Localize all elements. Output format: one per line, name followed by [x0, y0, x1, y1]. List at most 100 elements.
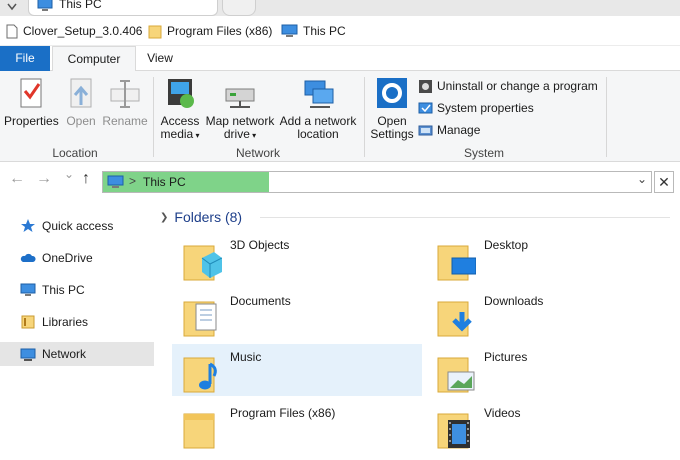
recent-locations-icon[interactable]: ⌄ — [64, 167, 74, 181]
3d-objects-folder-icon — [183, 245, 222, 281]
add-location-label-2: location — [297, 127, 339, 141]
address-bar[interactable]: > This PC ⌄ — [102, 171, 652, 193]
access-media-icon — [162, 75, 198, 111]
folder-label: 3D Objects — [230, 238, 290, 252]
tab-view[interactable]: View — [140, 46, 180, 71]
properties-button[interactable]: Properties — [4, 75, 59, 128]
this-pc-icon — [37, 0, 53, 11]
up-arrow-icon[interactable]: ↑ — [82, 170, 90, 188]
group-separator — [364, 77, 365, 157]
properties-label: Properties — [4, 114, 59, 128]
uninstall-icon — [419, 79, 432, 93]
nav-item-network[interactable]: Network — [0, 342, 154, 366]
manage-label: Manage — [437, 123, 481, 137]
tab-file[interactable]: File — [0, 46, 50, 71]
file-icon — [6, 24, 18, 38]
star-icon — [21, 219, 35, 232]
folder-tile-music[interactable]: Music — [172, 344, 422, 396]
system-properties-icon — [418, 102, 433, 113]
folder-tile-downloads[interactable]: Downloads — [426, 288, 676, 340]
quick-item-program-files[interactable]: Program Files (x86) — [148, 21, 272, 41]
folder-label: Program Files (x86) — [230, 406, 336, 420]
folder-label: Videos — [484, 406, 521, 420]
map-drive-icon — [222, 75, 258, 111]
dropdown-arrow-icon: ▾ — [249, 131, 257, 140]
desktop-folder-icon — [437, 245, 476, 281]
add-location-label-1: Add a network — [279, 114, 357, 128]
tab-computer[interactable]: Computer — [52, 46, 136, 72]
folder-tile-documents[interactable]: Documents — [172, 288, 422, 340]
quick-item-label: Program Files (x86) — [167, 24, 273, 38]
group-separator — [606, 77, 607, 157]
quick-item-clover-setup[interactable]: Clover_Setup_3.0.406 — [6, 21, 142, 41]
group-label-network: Network — [235, 146, 280, 160]
documents-folder-icon — [183, 301, 217, 337]
manage-icon — [418, 125, 433, 135]
folders-group-title: Folders (8) — [174, 209, 243, 225]
folder-tile-desktop[interactable]: Desktop — [426, 232, 676, 284]
add-network-location-button[interactable]: Add a network location — [278, 75, 358, 141]
this-pc-icon — [20, 283, 36, 296]
map-drive-label-1: Map network — [205, 114, 275, 128]
music-folder-icon — [183, 357, 217, 393]
downloads-folder-icon — [437, 301, 472, 337]
tab-overflow-chevron-icon[interactable] — [6, 2, 18, 12]
program-files-folder-icon — [183, 413, 215, 449]
group-separator — [153, 77, 154, 157]
nav-item-onedrive[interactable]: OneDrive — [0, 246, 154, 270]
rename-label: Rename — [102, 114, 148, 128]
nav-item-quick-access[interactable]: Quick access — [0, 214, 154, 238]
quick-item-label: This PC — [303, 24, 346, 38]
folder-tile-pictures[interactable]: Pictures — [426, 344, 676, 396]
folder-tile-program-files-x86[interactable]: Program Files (x86) — [172, 400, 422, 452]
manage-button[interactable]: Manage — [418, 121, 480, 139]
nav-item-libraries[interactable]: Libraries — [0, 310, 154, 334]
system-properties-label: System properties — [437, 101, 534, 115]
nav-item-this-pc[interactable]: This PC — [0, 278, 154, 302]
uninstall-label: Uninstall or change a program — [437, 79, 598, 93]
close-icon[interactable]: ✕ — [654, 171, 674, 193]
breadcrumb-this-pc[interactable]: This PC — [143, 175, 186, 189]
access-media-label-1: Access — [160, 114, 200, 128]
open-settings-button[interactable]: Open Settings — [369, 75, 415, 141]
new-tab-button[interactable] — [222, 0, 256, 16]
open-settings-label-1: Open — [377, 114, 407, 128]
group-chevron-icon: ❯ — [160, 211, 169, 223]
uninstall-program-button[interactable]: Uninstall or change a program — [418, 77, 598, 95]
forward-arrow-icon[interactable]: → — [36, 170, 52, 188]
folder-tile-3d-objects[interactable]: 3D Objects — [172, 232, 422, 284]
back-arrow-icon[interactable]: ← — [9, 170, 25, 188]
folder-label: Documents — [230, 294, 291, 308]
folder-label: Desktop — [484, 238, 529, 252]
rename-button[interactable]: Rename — [102, 75, 148, 128]
window-tab-title: This PC — [59, 0, 102, 11]
open-settings-label-2: Settings — [370, 127, 414, 141]
nav-item-label: Libraries — [42, 315, 89, 329]
folder-icon — [148, 25, 162, 38]
quick-access-bar: Clover_Setup_3.0.406 Program Files (x86)… — [0, 16, 680, 46]
open-button[interactable]: Open — [62, 75, 100, 128]
open-label: Open — [66, 114, 96, 128]
quick-item-label: Clover_Setup_3.0.406 — [23, 24, 143, 38]
access-media-label-2: media — [160, 127, 194, 141]
window-tab-strip: This PC — [0, 0, 680, 16]
map-network-drive-button[interactable]: Map network drive ▾ — [204, 75, 276, 142]
folders-group-header[interactable]: ❯ Folders (8) — [160, 207, 242, 227]
quick-item-this-pc[interactable]: This PC — [281, 21, 346, 41]
ribbon-panel: Properties Open Rename Location Access m… — [0, 71, 680, 162]
folder-tile-videos[interactable]: Videos — [426, 400, 676, 452]
group-divider — [260, 217, 670, 218]
nav-item-label: Quick access — [42, 219, 114, 233]
access-media-button[interactable]: Access media ▾ — [158, 75, 202, 142]
videos-folder-icon — [437, 413, 470, 449]
nav-item-label: Network — [42, 347, 87, 361]
address-highlight — [103, 172, 269, 192]
system-properties-button[interactable]: System properties — [418, 99, 534, 117]
settings-gear-icon — [374, 75, 410, 111]
address-dropdown-icon[interactable]: ⌄ — [637, 172, 647, 186]
window-tab-this-pc[interactable]: This PC — [28, 0, 218, 16]
nav-item-label: OneDrive — [42, 251, 93, 265]
navigation-bar: ← → ⌄ ↑ > This PC ⌄ ✕ — [0, 162, 680, 200]
this-pc-icon — [281, 24, 298, 37]
ribbon-tabs: File Computer View — [0, 46, 680, 72]
